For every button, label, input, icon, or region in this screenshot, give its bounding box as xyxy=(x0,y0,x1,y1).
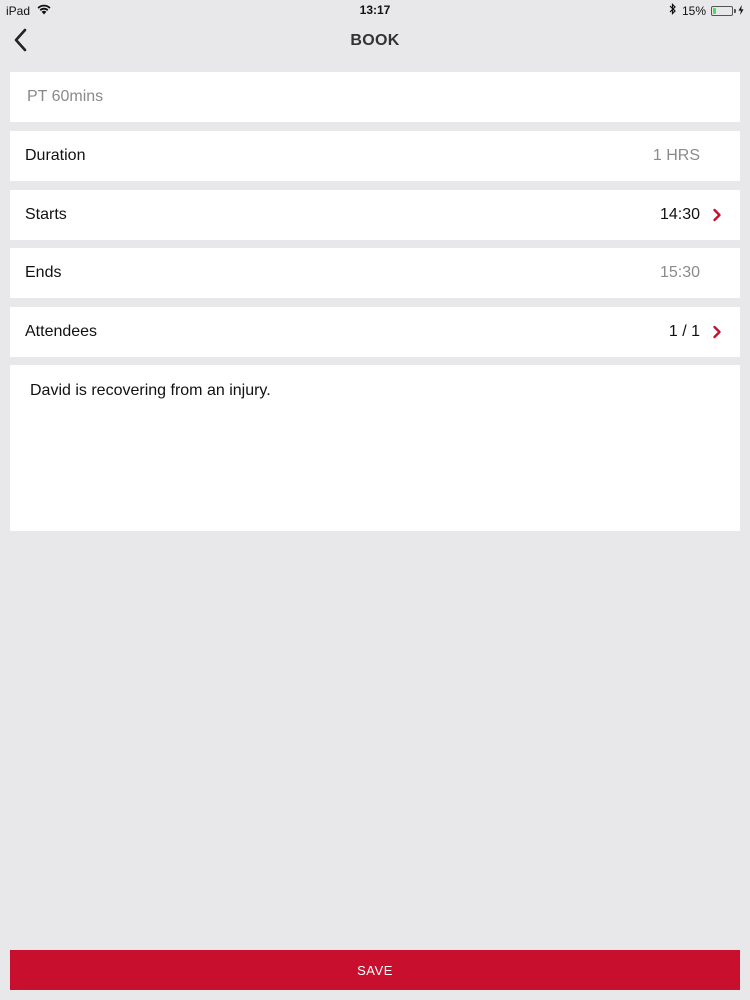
attendees-value: 1 / 1 xyxy=(668,323,700,340)
starts-row[interactable]: Starts 14:30 xyxy=(10,190,740,240)
page-title: BOOK xyxy=(350,32,400,49)
status-time: 13:17 xyxy=(359,3,391,17)
booking-screen: iPad 13:17 15% BOOK PT 60mins Duration 1… xyxy=(0,0,750,1000)
status-bar: iPad 13:17 15% xyxy=(0,0,750,22)
starts-value: 14:30 xyxy=(659,206,700,223)
notes-text: David is recovering from an injury. xyxy=(30,382,271,399)
charging-icon xyxy=(738,4,744,18)
save-button[interactable]: SAVE xyxy=(10,950,740,990)
session-name-input[interactable] xyxy=(25,87,709,107)
battery-percent: 15% xyxy=(681,3,706,18)
battery-icon xyxy=(711,5,736,16)
status-right: 15% xyxy=(669,3,744,18)
chevron-right-icon xyxy=(712,208,722,222)
battery-cap xyxy=(734,8,736,13)
battery-fill xyxy=(713,7,716,14)
notes-textarea[interactable]: David is recovering from an injury. xyxy=(10,365,740,531)
ends-row: Ends 15:30 xyxy=(10,248,740,298)
ends-label: Ends xyxy=(25,264,62,281)
nav-bar: BOOK xyxy=(0,22,750,62)
duration-label: Duration xyxy=(25,147,86,164)
starts-label: Starts xyxy=(25,206,67,223)
duration-row: Duration 1 HRS xyxy=(10,131,740,181)
ends-value: 15:30 xyxy=(659,264,700,281)
attendees-label: Attendees xyxy=(25,323,98,340)
chevron-right-icon xyxy=(712,325,722,339)
attendees-row[interactable]: Attendees 1 / 1 xyxy=(10,307,740,357)
bluetooth-icon xyxy=(669,3,677,18)
session-name-row xyxy=(10,72,740,122)
duration-value: 1 HRS xyxy=(652,147,700,164)
